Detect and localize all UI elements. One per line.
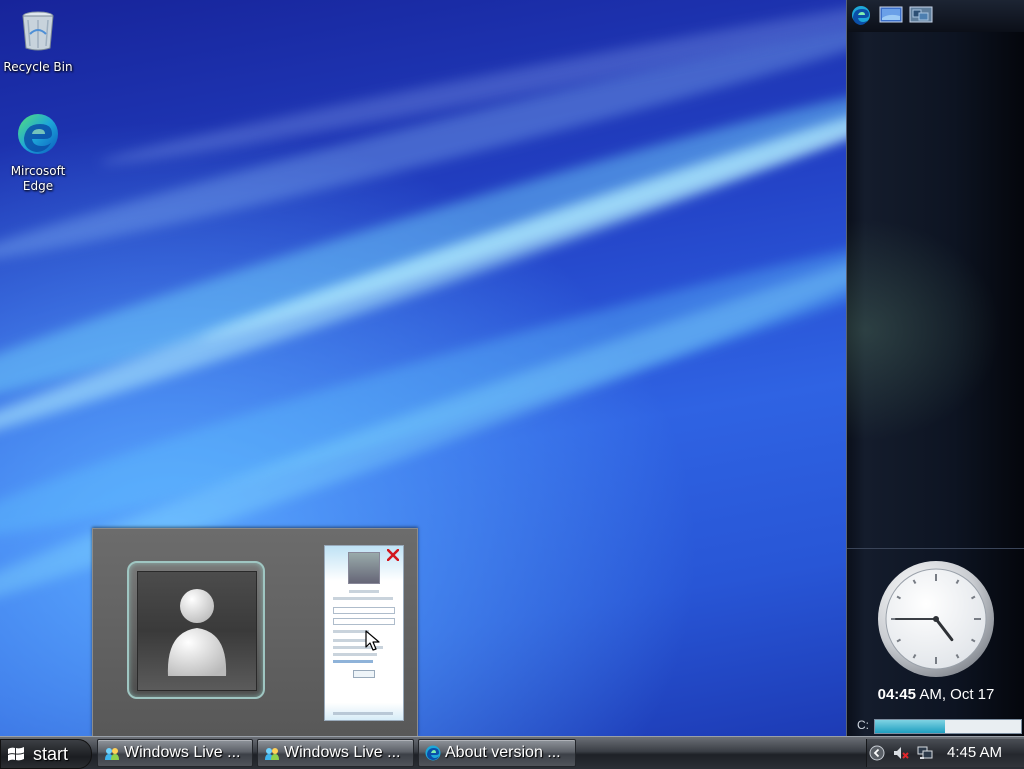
start-label: start — [33, 744, 69, 764]
close-icon[interactable] — [387, 549, 399, 561]
mouse-cursor-icon — [365, 630, 380, 651]
preview-avatar-frame — [127, 561, 265, 699]
desktop-icon-edge[interactable]: Mircosoft Edge — [0, 112, 76, 194]
desktop-icon-recycle-bin[interactable]: Recycle Bin — [0, 8, 76, 75]
preview-mini-avatar — [348, 552, 380, 584]
edge-icon — [18, 114, 58, 154]
preview-line — [333, 660, 373, 663]
taskbar-button-windows-live-2[interactable]: Windows Live ... — [257, 739, 414, 767]
taskbar: start Windows Live ... Windows Live ... … — [0, 736, 1024, 769]
system-tray: 4:45 AM — [866, 739, 1024, 767]
edge-icon — [425, 745, 441, 761]
tray-clock[interactable]: 4:45 AM — [947, 744, 1002, 761]
clock-date: AM, Oct 17 — [916, 686, 995, 703]
preview-field — [333, 607, 395, 614]
desktop-icon-label: Mircosoft Edge — [10, 164, 66, 193]
preview-line — [333, 712, 393, 715]
preview-line — [349, 590, 379, 593]
volume-muted-icon[interactable] — [893, 745, 909, 761]
monitor-icon — [909, 6, 933, 23]
sidebar-edge-button[interactable] — [849, 5, 873, 25]
taskbar-button-label: About version ... — [445, 744, 561, 761]
edge-icon — [852, 6, 870, 25]
taskbar-button-about-version[interactable]: About version ... — [418, 739, 576, 767]
sidebar-divider — [847, 548, 1024, 549]
drive-usage-fill — [875, 720, 946, 733]
preview-signin-button — [353, 670, 375, 678]
windows-live-icon — [105, 748, 119, 760]
taskbar-button-label: Windows Live ... — [284, 744, 401, 761]
preview-line — [333, 630, 369, 633]
preview-line — [333, 597, 393, 600]
taskbar-button-windows-live-1[interactable]: Windows Live ... — [97, 739, 253, 767]
sidebar-monitor-button[interactable] — [909, 5, 933, 25]
show-hidden-icons-icon[interactable] — [869, 745, 885, 761]
preview-avatar-tile — [137, 571, 257, 691]
start-button[interactable]: start — [0, 739, 92, 769]
recycle-bin-icon — [22, 11, 54, 51]
desktop-icon — [879, 6, 903, 23]
sidebar-toolbar — [847, 0, 1024, 32]
windows-flag-icon — [8, 747, 24, 761]
messenger-buddy-icon — [167, 589, 227, 676]
desktop-icon-label: Recycle Bin — [3, 60, 73, 74]
preview-signin-window — [324, 545, 404, 721]
drive-usage-bar — [874, 719, 1022, 734]
preview-line — [333, 653, 377, 656]
preview-field — [333, 618, 395, 625]
clock-readout: 04:45 AM, Oct 17 — [847, 686, 1024, 703]
sidebar-desktop-button[interactable] — [879, 5, 903, 25]
sidebar: 04:45 AM, Oct 17 C: — [846, 0, 1024, 736]
windows-live-icon — [265, 748, 279, 760]
network-icon[interactable] — [917, 745, 933, 761]
taskbar-button-label: Windows Live ... — [124, 744, 241, 761]
sidebar-glow — [847, 200, 1024, 460]
drive-label: C: — [857, 718, 869, 732]
clock-time: 04:45 — [877, 686, 916, 703]
analog-clock — [878, 561, 994, 677]
